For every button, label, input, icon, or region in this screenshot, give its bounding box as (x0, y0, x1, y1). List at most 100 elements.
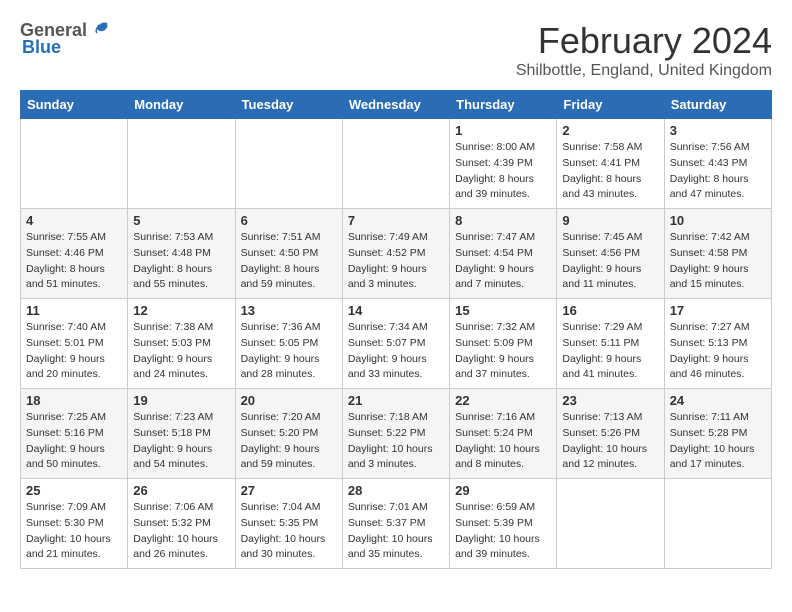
day-info: Sunrise: 7:18 AM Sunset: 5:22 PM Dayligh… (348, 410, 444, 473)
calendar-cell (21, 119, 128, 209)
day-number: 7 (348, 213, 444, 228)
weekday-header-wednesday: Wednesday (342, 91, 449, 119)
calendar-cell (557, 479, 664, 569)
day-number: 4 (26, 213, 122, 228)
day-number: 22 (455, 393, 551, 408)
day-number: 19 (133, 393, 229, 408)
calendar-cell: 17 Sunrise: 7:27 AM Sunset: 5:13 PM Dayli… (664, 299, 771, 389)
day-number: 1 (455, 123, 551, 138)
month-year-title: February 2024 (516, 20, 772, 62)
day-number: 5 (133, 213, 229, 228)
page-header: General Blue February 2024 Shilbottle, E… (20, 20, 772, 80)
calendar-cell: 8Sunrise: 7:47 AM Sunset: 4:54 PM Daylig… (450, 209, 557, 299)
day-info: Sunrise: 7:51 AM Sunset: 4:50 PM Dayligh… (241, 230, 337, 293)
weekday-header-friday: Friday (557, 91, 664, 119)
calendar-cell: 11 Sunrise: 7:40 AM Sunset: 5:01 PM Dayli… (21, 299, 128, 389)
calendar-cell: 21 Sunrise: 7:18 AM Sunset: 5:22 PM Dayli… (342, 389, 449, 479)
calendar-cell: 29Sunrise: 6:59 AM Sunset: 5:39 PM Dayli… (450, 479, 557, 569)
day-number: 24 (670, 393, 766, 408)
day-info: Sunrise: 7:01 AM Sunset: 5:37 PM Dayligh… (348, 500, 444, 563)
day-number: 27 (241, 483, 337, 498)
calendar-cell: 6 Sunrise: 7:51 AM Sunset: 4:50 PM Daylig… (235, 209, 342, 299)
calendar-cell: 10Sunrise: 7:42 AM Sunset: 4:58 PM Dayli… (664, 209, 771, 299)
weekday-header-thursday: Thursday (450, 91, 557, 119)
location-subtitle: Shilbottle, England, United Kingdom (516, 62, 772, 80)
day-info: Sunrise: 7:40 AM Sunset: 5:01 PM Dayligh… (26, 320, 122, 383)
day-info: Sunrise: 7:16 AM Sunset: 5:24 PM Dayligh… (455, 410, 551, 473)
day-info: Sunrise: 7:34 AM Sunset: 5:07 PM Dayligh… (348, 320, 444, 383)
day-number: 10 (670, 213, 766, 228)
logo: General Blue (20, 20, 113, 58)
day-number: 26 (133, 483, 229, 498)
weekday-header-sunday: Sunday (21, 91, 128, 119)
calendar-cell: 12Sunrise: 7:38 AM Sunset: 5:03 PM Dayli… (128, 299, 235, 389)
day-info: Sunrise: 7:55 AM Sunset: 4:46 PM Dayligh… (26, 230, 122, 293)
day-number: 12 (133, 303, 229, 318)
day-info: Sunrise: 7:53 AM Sunset: 4:48 PM Dayligh… (133, 230, 229, 293)
day-info: Sunrise: 7:13 AM Sunset: 5:26 PM Dayligh… (562, 410, 658, 473)
calendar-cell (235, 119, 342, 209)
day-number: 15 (455, 303, 551, 318)
calendar-cell: 27 Sunrise: 7:04 AM Sunset: 5:35 PM Dayli… (235, 479, 342, 569)
day-info: Sunrise: 7:20 AM Sunset: 5:20 PM Dayligh… (241, 410, 337, 473)
day-info: Sunrise: 6:59 AM Sunset: 5:39 PM Dayligh… (455, 500, 551, 563)
calendar-cell: 5 Sunrise: 7:53 AM Sunset: 4:48 PM Daylig… (128, 209, 235, 299)
day-number: 18 (26, 393, 122, 408)
calendar-cell: 15 Sunrise: 7:32 AM Sunset: 5:09 PM Dayli… (450, 299, 557, 389)
logo-blue: Blue (22, 37, 61, 58)
calendar-cell: 18 Sunrise: 7:25 AM Sunset: 5:16 PM Dayli… (21, 389, 128, 479)
day-number: 21 (348, 393, 444, 408)
calendar-cell: 24 Sunrise: 7:11 AM Sunset: 5:28 PM Dayli… (664, 389, 771, 479)
day-info: Sunrise: 7:27 AM Sunset: 5:13 PM Dayligh… (670, 320, 766, 383)
calendar-cell (128, 119, 235, 209)
day-info: Sunrise: 7:32 AM Sunset: 5:09 PM Dayligh… (455, 320, 551, 383)
calendar-week-row: 11 Sunrise: 7:40 AM Sunset: 5:01 PM Dayli… (21, 299, 772, 389)
day-info: Sunrise: 7:23 AM Sunset: 5:18 PM Dayligh… (133, 410, 229, 473)
calendar-cell (342, 119, 449, 209)
day-number: 14 (348, 303, 444, 318)
calendar-cell: 2Sunrise: 7:58 AM Sunset: 4:41 PM Daylig… (557, 119, 664, 209)
day-info: Sunrise: 7:29 AM Sunset: 5:11 PM Dayligh… (562, 320, 658, 383)
day-info: Sunrise: 7:56 AM Sunset: 4:43 PM Dayligh… (670, 140, 766, 203)
day-info: Sunrise: 7:25 AM Sunset: 5:16 PM Dayligh… (26, 410, 122, 473)
day-number: 3 (670, 123, 766, 138)
calendar-cell: 1 Sunrise: 8:00 AM Sunset: 4:39 PM Daylig… (450, 119, 557, 209)
day-number: 6 (241, 213, 337, 228)
day-number: 9 (562, 213, 658, 228)
day-number: 28 (348, 483, 444, 498)
calendar-cell: 28 Sunrise: 7:01 AM Sunset: 5:37 PM Dayli… (342, 479, 449, 569)
calendar-cell: 19 Sunrise: 7:23 AM Sunset: 5:18 PM Dayli… (128, 389, 235, 479)
day-number: 17 (670, 303, 766, 318)
calendar-cell: 14 Sunrise: 7:34 AM Sunset: 5:07 PM Dayli… (342, 299, 449, 389)
calendar-cell: 3 Sunrise: 7:56 AM Sunset: 4:43 PM Daylig… (664, 119, 771, 209)
calendar-week-row: 25Sunrise: 7:09 AM Sunset: 5:30 PM Dayli… (21, 479, 772, 569)
day-info: Sunrise: 7:45 AM Sunset: 4:56 PM Dayligh… (562, 230, 658, 293)
day-number: 13 (241, 303, 337, 318)
day-number: 11 (26, 303, 122, 318)
calendar-cell: 7Sunrise: 7:49 AM Sunset: 4:52 PM Daylig… (342, 209, 449, 299)
title-area: February 2024 Shilbottle, England, Unite… (516, 20, 772, 80)
calendar-cell: 23Sunrise: 7:13 AM Sunset: 5:26 PM Dayli… (557, 389, 664, 479)
day-info: Sunrise: 7:36 AM Sunset: 5:05 PM Dayligh… (241, 320, 337, 383)
day-number: 25 (26, 483, 122, 498)
calendar-week-row: 4 Sunrise: 7:55 AM Sunset: 4:46 PM Daylig… (21, 209, 772, 299)
day-info: Sunrise: 7:04 AM Sunset: 5:35 PM Dayligh… (241, 500, 337, 563)
calendar-cell (664, 479, 771, 569)
weekday-header-tuesday: Tuesday (235, 91, 342, 119)
day-number: 20 (241, 393, 337, 408)
day-number: 16 (562, 303, 658, 318)
day-info: Sunrise: 7:06 AM Sunset: 5:32 PM Dayligh… (133, 500, 229, 563)
calendar-cell: 16 Sunrise: 7:29 AM Sunset: 5:11 PM Dayli… (557, 299, 664, 389)
day-number: 2 (562, 123, 658, 138)
weekday-header-row: SundayMondayTuesdayWednesdayThursdayFrid… (21, 91, 772, 119)
logo-bird-icon (89, 21, 111, 41)
calendar-cell: 25Sunrise: 7:09 AM Sunset: 5:30 PM Dayli… (21, 479, 128, 569)
calendar-cell: 20 Sunrise: 7:20 AM Sunset: 5:20 PM Dayli… (235, 389, 342, 479)
calendar-week-row: 1 Sunrise: 8:00 AM Sunset: 4:39 PM Daylig… (21, 119, 772, 209)
calendar-cell: 9 Sunrise: 7:45 AM Sunset: 4:56 PM Daylig… (557, 209, 664, 299)
day-info: Sunrise: 7:11 AM Sunset: 5:28 PM Dayligh… (670, 410, 766, 473)
weekday-header-monday: Monday (128, 91, 235, 119)
day-info: Sunrise: 7:47 AM Sunset: 4:54 PM Dayligh… (455, 230, 551, 293)
day-info: Sunrise: 8:00 AM Sunset: 4:39 PM Dayligh… (455, 140, 551, 203)
weekday-header-saturday: Saturday (664, 91, 771, 119)
